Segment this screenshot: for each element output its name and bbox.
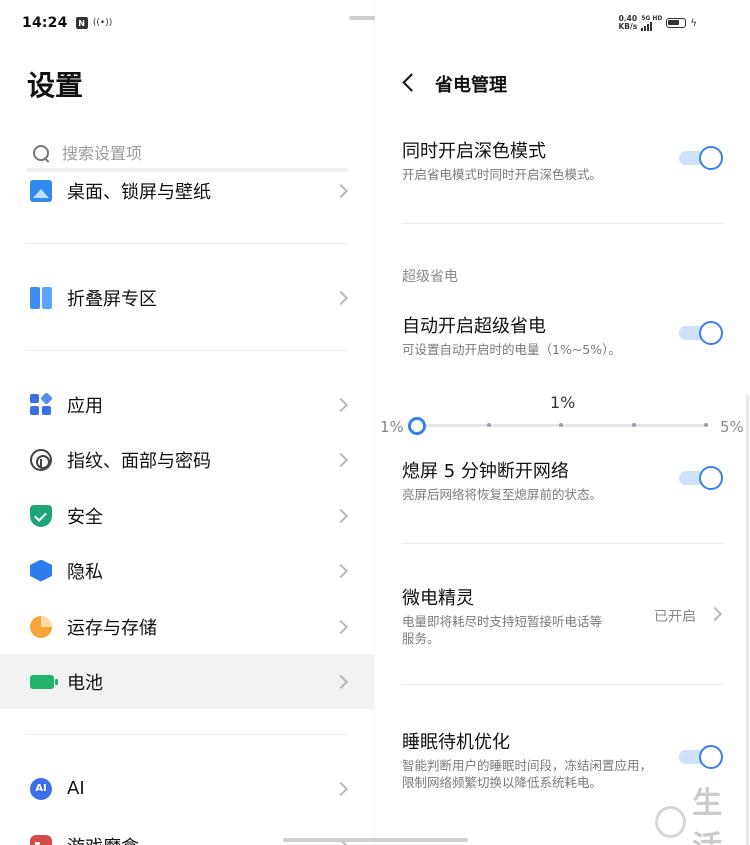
settings-item-label: 游戏魔盒 [67,833,139,845]
micro-power-desc-line1: 电量即将耗尽时支持短暂接听电话等 [402,614,603,629]
shield-icon [30,504,52,527]
divider [402,543,724,544]
power-saving-pane: 0.40 KB/s 5G HD ϟ 省电管理 同时开启深色模式 开启省电模式时同… [375,0,750,845]
settings-item-foldable[interactable]: 折叠屏专区 [0,270,375,325]
settings-item-label: 运存与存储 [67,617,157,639]
watermark-text: 生活 [692,785,723,845]
ai-icon: AI [30,777,52,800]
settings-item-label: 电池 [67,672,103,694]
foldable-icon [30,286,52,309]
settings-item-label: 桌面、锁屏与壁纸 [67,181,211,203]
divider [26,734,348,735]
game-icon [30,834,52,845]
dark-mode-desc: 开启省电模式时同时开启深色模式。 [402,167,603,182]
chevron-right-icon [333,619,349,634]
chevron-right-icon [333,563,349,578]
status-time: 14:24 [22,15,68,31]
signal-label: 5G HD [641,15,663,22]
chevron-right-icon [333,397,349,412]
sleep-standby-toggle[interactable] [677,745,723,769]
chevron-right-icon [333,452,349,467]
page-title: 设置 [27,69,84,102]
chevron-right-icon [333,674,349,689]
network-speed: 0.40 KB/s [618,15,637,31]
chevron-right-icon [333,183,349,198]
sleep-standby-desc-line1: 智能判断用户的睡眠时间段，冻结闲置应用， [402,758,653,773]
settings-item-label: 指纹、面部与密码 [67,450,211,472]
home-indicator[interactable] [283,838,468,842]
chevron-right-icon [333,781,349,796]
toggle-knob [699,466,723,490]
apps-icon [30,391,53,416]
watermark: 生活 [655,786,750,845]
watermark-logo-icon [655,805,687,838]
search-icon [32,144,50,162]
chevron-right-icon [333,508,349,523]
battery-icon [30,674,58,689]
chevron-right-icon[interactable] [707,606,723,622]
sleep-standby-title: 睡眠待机优化 [402,732,510,753]
battery-status-icon [666,18,687,28]
slider-tick [559,423,563,427]
settings-item-label: 应用 [67,395,103,417]
slider-max-label: 5% [720,418,744,436]
nfc-icon: ((•)) [92,18,113,28]
auto-super-saver-toggle[interactable] [677,321,723,345]
slider-thumb[interactable] [408,417,426,435]
toggle-knob [699,745,723,769]
sleep-standby-desc-line2: 限制网络频繁切换以降低系统耗电。 [402,775,603,790]
screen-off-network-desc: 亮屏后网络将恢复至熄屏前的状态。 [402,487,603,502]
slider-tick [632,423,636,427]
slider-min-label: 1% [380,418,404,436]
micro-power-title: 微电精灵 [402,588,474,609]
dark-mode-title: 同时开启深色模式 [402,141,546,162]
settings-item-label: AI [67,778,85,799]
back-arrow-icon[interactable] [402,73,421,92]
toggle-knob [699,146,723,170]
sim-badge-icon: N [75,17,88,29]
settings-item-storage[interactable]: 运存与存储 [0,599,375,654]
settings-item-label: 安全 [67,506,103,528]
divider [402,223,724,224]
section-label-super-saver: 超级省电 [402,269,458,285]
micro-power-desc-line2: 服务。 [402,631,440,646]
screen-off-network-title: 熄屏 5 分钟断开网络 [402,461,569,482]
battery-threshold-slider[interactable] [408,416,708,436]
toggle-knob [699,321,723,345]
wallpaper-icon [30,179,52,202]
chevron-right-icon [333,290,349,305]
charging-icon: ϟ [690,17,697,29]
divider [26,350,348,351]
slider-tick [487,423,491,427]
auto-super-saver-desc: 可设置自动开启时的电量（1%~5%）。 [402,342,621,357]
settings-item-privacy[interactable]: 隐私 [0,543,375,598]
page-title: 省电管理 [435,75,507,96]
status-bar-right: 0.40 KB/s 5G HD ϟ [618,14,697,32]
search-input[interactable] [62,143,322,163]
settings-item-label: 折叠屏专区 [67,288,157,310]
network-speed-unit: KB/s [618,22,638,31]
slider-value-label: 1% [550,393,576,412]
settings-pane: 14:24 N ((•)) 设置 桌面、锁屏与壁纸 折叠屏专区 应用 指纹、面部… [0,0,375,845]
status-bar-left: 14:24 N ((•)) [22,13,113,33]
settings-item-apps[interactable]: 应用 [0,377,375,432]
divider [402,684,724,685]
settings-item-wallpaper[interactable]: 桌面、锁屏与壁纸 [0,163,375,218]
storage-icon [30,615,52,638]
micro-power-status[interactable]: 已开启 [654,606,696,626]
dark-mode-toggle[interactable] [677,146,723,170]
auto-super-saver-title: 自动开启超级省电 [402,316,546,337]
divider [26,243,348,244]
fingerprint-icon [30,448,52,471]
settings-item-fingerprint[interactable]: 指纹、面部与密码 [0,432,375,487]
privacy-icon [30,559,52,582]
screen-off-network-toggle[interactable] [677,466,723,490]
signal-icon [641,22,653,31]
settings-item-label: 隐私 [67,561,103,583]
settings-item-battery[interactable]: 电池 [0,654,375,709]
settings-item-security[interactable]: 安全 [0,488,375,543]
slider-tick [704,423,708,427]
settings-item-ai[interactable]: AI AI [0,761,375,816]
